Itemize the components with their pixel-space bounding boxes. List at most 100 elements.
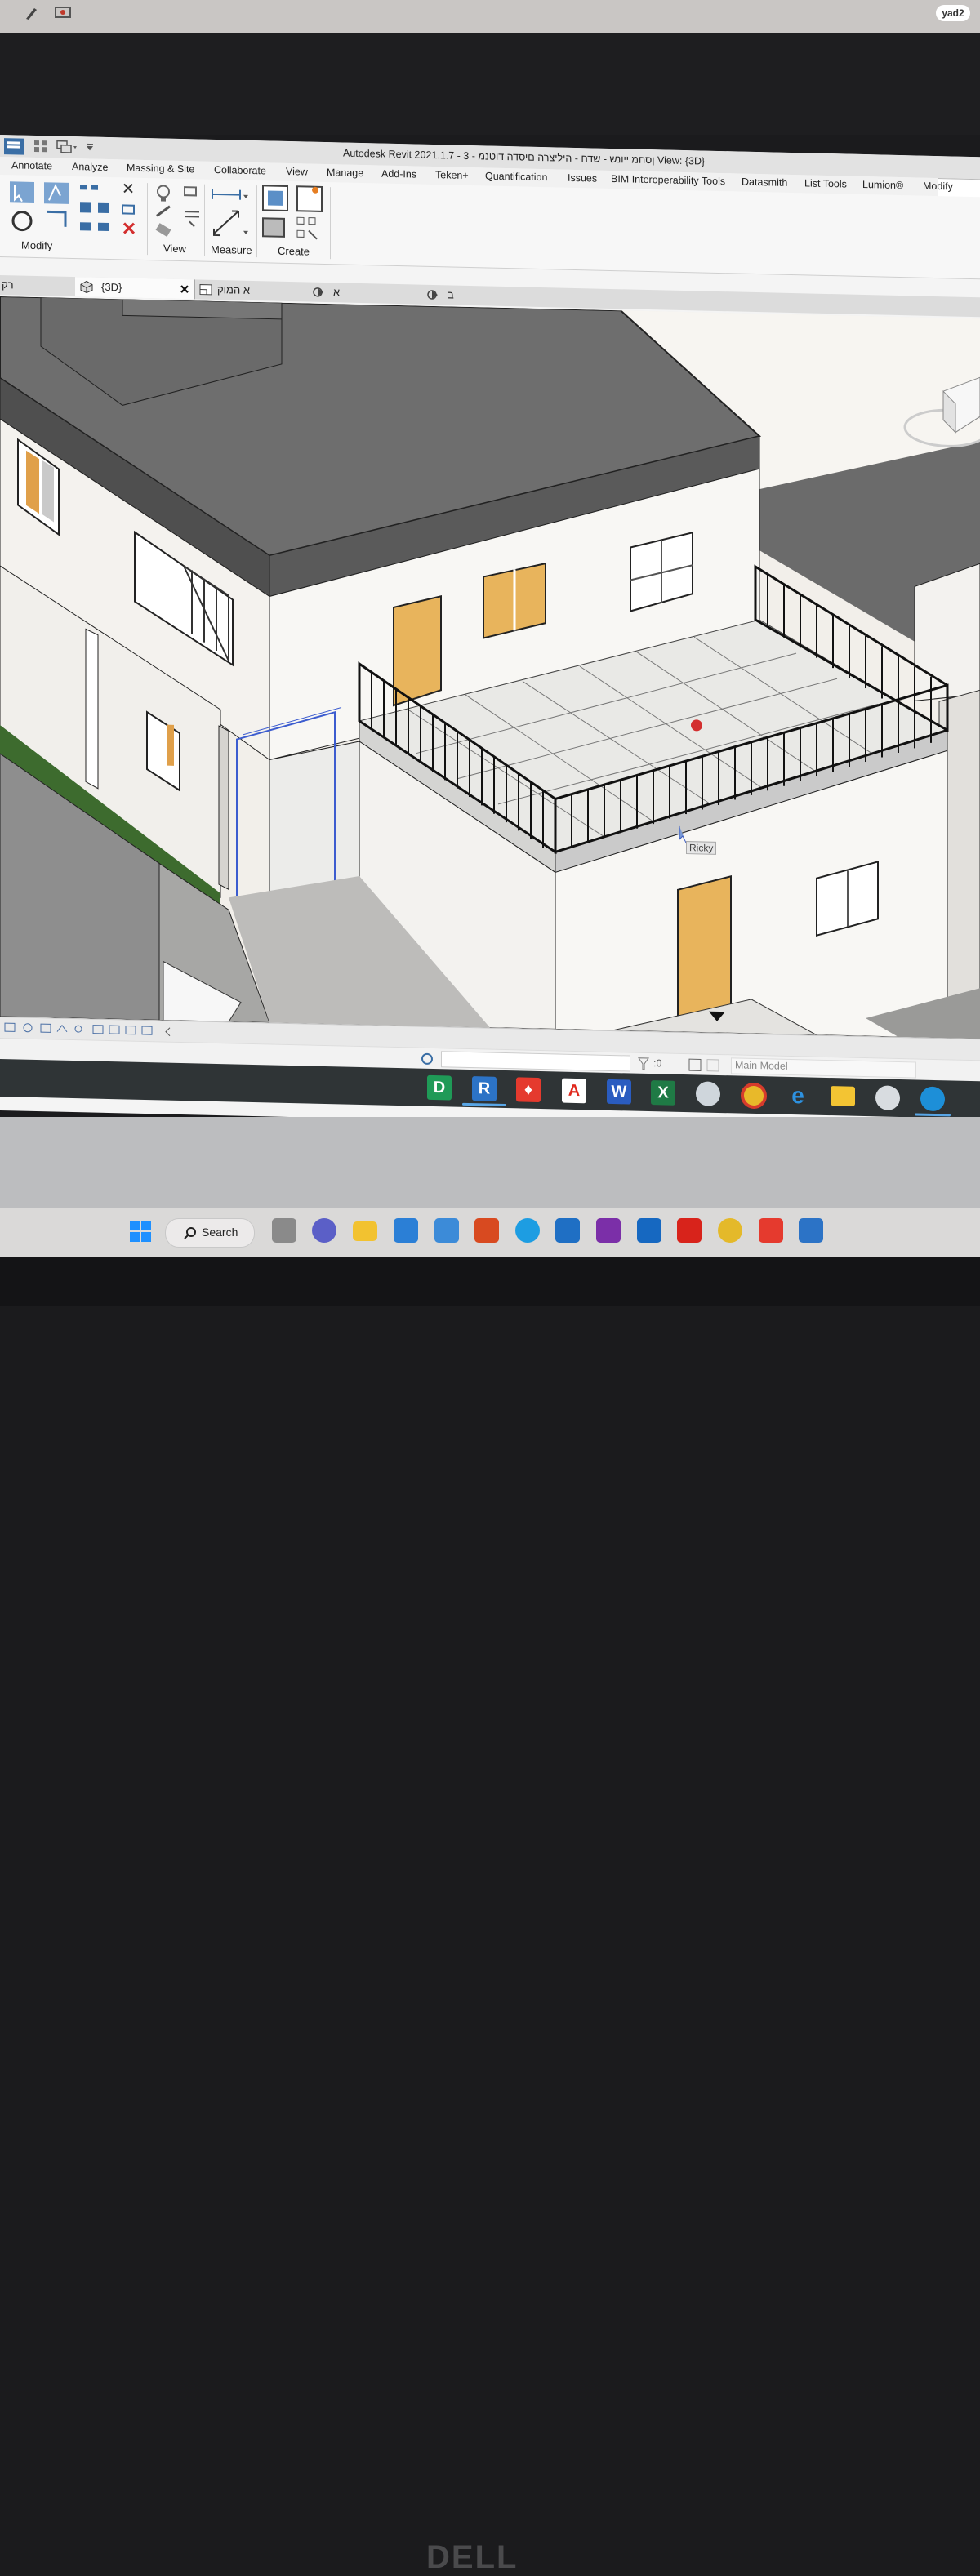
acrobat-icon[interactable]: A (562, 1078, 586, 1104)
tab-lumion[interactable]: Lumion® (862, 179, 903, 191)
icon-letter: e (791, 1082, 804, 1109)
office-icon[interactable] (474, 1218, 499, 1243)
active-indicator (462, 1102, 506, 1107)
panel-separator (204, 184, 205, 256)
tab-massing-site[interactable]: Massing & Site (127, 162, 194, 176)
acrobat-icon[interactable] (677, 1218, 702, 1243)
tab-view[interactable]: View (286, 166, 308, 178)
panel-separator (330, 187, 331, 260)
chrome-icon[interactable] (718, 1218, 742, 1243)
customize-toolbar-icon[interactable] (85, 141, 95, 151)
view-tab-partial[interactable]: רק (2, 278, 14, 291)
outer-desktop-area (0, 1117, 980, 1208)
workset-dropdown[interactable] (441, 1051, 630, 1072)
tab-collaborate[interactable]: Collaborate (214, 164, 266, 176)
filter-icon[interactable] (637, 1057, 650, 1071)
word-icon[interactable]: W (607, 1079, 631, 1105)
section-view-icon (313, 287, 323, 297)
switch-windows-icon[interactable] (56, 140, 80, 155)
panel-label-measure: Measure (211, 242, 252, 257)
application-menu-icon[interactable] (3, 137, 24, 156)
monitor-bezel: DELL (0, 1257, 980, 2575)
search-icon (184, 1227, 196, 1239)
revit-window: Autodesk Revit 2021.1.7 - 3 - ןסחמ ייונש… (0, 135, 980, 1133)
excel-icon[interactable]: X (651, 1080, 675, 1106)
tab-analyze[interactable]: Analyze (72, 161, 108, 173)
monitor-logo: DELL (426, 2539, 519, 2575)
windows-start-icon[interactable] (129, 1220, 152, 1243)
outer-window-bezel: yad2 (0, 0, 980, 33)
design-options-icon[interactable] (688, 1057, 720, 1073)
dark-background (0, 33, 980, 135)
present-icon[interactable] (54, 5, 72, 21)
active-indicator (915, 1113, 951, 1117)
panel-label-create: Create (278, 244, 310, 258)
tab-modify[interactable]: Modify (923, 180, 953, 193)
tab-list-tools[interactable]: List Tools (804, 177, 847, 189)
view-tab-3d[interactable]: {3D} (75, 277, 195, 300)
pen-icon[interactable] (23, 5, 39, 21)
cursor-tooltip: Ricky (686, 841, 717, 855)
view-tools-icon[interactable] (152, 181, 204, 241)
measure-icon[interactable] (209, 183, 252, 242)
floor-plan-icon (199, 284, 212, 296)
design-option-dropdown[interactable]: Main Model (731, 1057, 916, 1079)
paint-icon[interactable] (696, 1081, 720, 1107)
modify-tools-icon[interactable] (7, 178, 147, 240)
icon-letter: D (433, 1079, 446, 1097)
internet-explorer-icon[interactable]: e (786, 1083, 810, 1109)
view-tab-section-b[interactable]: ב (448, 288, 454, 300)
chrome-icon[interactable] (741, 1082, 767, 1110)
revit-icon[interactable] (799, 1218, 823, 1243)
lync-icon[interactable] (555, 1218, 580, 1243)
view-tab-section-a[interactable]: א (333, 286, 340, 298)
tab-annotate[interactable]: Annotate (11, 159, 52, 171)
file-explorer-icon[interactable] (831, 1086, 855, 1106)
window-title: Autodesk Revit 2021.1.7 - 3 - ןסחמ ייונש… (343, 147, 706, 167)
search-box[interactable]: Search (165, 1218, 255, 1248)
edge-icon[interactable] (920, 1086, 945, 1112)
3d-view-icon (80, 280, 93, 293)
section-view-icon (427, 290, 438, 300)
tab-manage[interactable]: Manage (327, 167, 363, 179)
icon-letter: X (657, 1083, 669, 1102)
selection-count: :0 (653, 1057, 662, 1070)
view-tab-floor-a[interactable]: א המוק (217, 283, 250, 296)
dwg-viewer-icon[interactable]: D (427, 1074, 452, 1101)
view-tab-3d-label: {3D} (101, 280, 122, 294)
paint-3d-icon[interactable] (875, 1085, 900, 1111)
icon-letter: W (611, 1082, 627, 1101)
design-option-label: Main Model (735, 1059, 788, 1072)
panel-label-modify: Modify (21, 238, 53, 252)
tab-bim-interoperability[interactable]: BIM Interoperability Tools (611, 173, 725, 187)
icon-letter: R (478, 1079, 491, 1098)
view-control-icons[interactable] (3, 1021, 175, 1039)
worksets-icon[interactable] (420, 1052, 434, 1066)
anydesk-icon[interactable] (759, 1218, 783, 1243)
anydesk-icon[interactable]: ♦ (516, 1077, 541, 1103)
outlook-icon[interactable] (637, 1218, 662, 1243)
tab-quantification[interactable]: Quantification (485, 170, 547, 183)
file-explorer-icon[interactable] (353, 1221, 377, 1241)
onenote-icon[interactable] (596, 1218, 621, 1243)
create-tools-icon[interactable] (261, 184, 327, 244)
panel-label-view: View (163, 242, 186, 256)
grid-icon[interactable] (33, 139, 49, 153)
panel-separator (147, 183, 148, 256)
teams-icon[interactable] (312, 1218, 336, 1243)
close-icon[interactable] (180, 284, 189, 294)
yad2-watermark: yad2 (936, 5, 970, 21)
tab-issues[interactable]: Issues (568, 172, 597, 185)
building-model-3d[interactable] (0, 296, 980, 1039)
tab-add-ins[interactable]: Add-Ins (381, 168, 416, 180)
edge-icon[interactable] (515, 1218, 540, 1243)
tab-datasmith[interactable]: Datasmith (742, 176, 787, 189)
revit-icon[interactable]: R (472, 1076, 497, 1101)
mail-icon[interactable] (394, 1218, 418, 1243)
search-label: Search (202, 1226, 238, 1239)
store-icon[interactable] (434, 1218, 459, 1243)
tab-teken[interactable]: Teken+ (435, 169, 469, 181)
icon-letter: A (568, 1081, 581, 1101)
3d-viewport[interactable]: Ricky (0, 296, 980, 1039)
task-view-icon[interactable] (272, 1218, 296, 1243)
